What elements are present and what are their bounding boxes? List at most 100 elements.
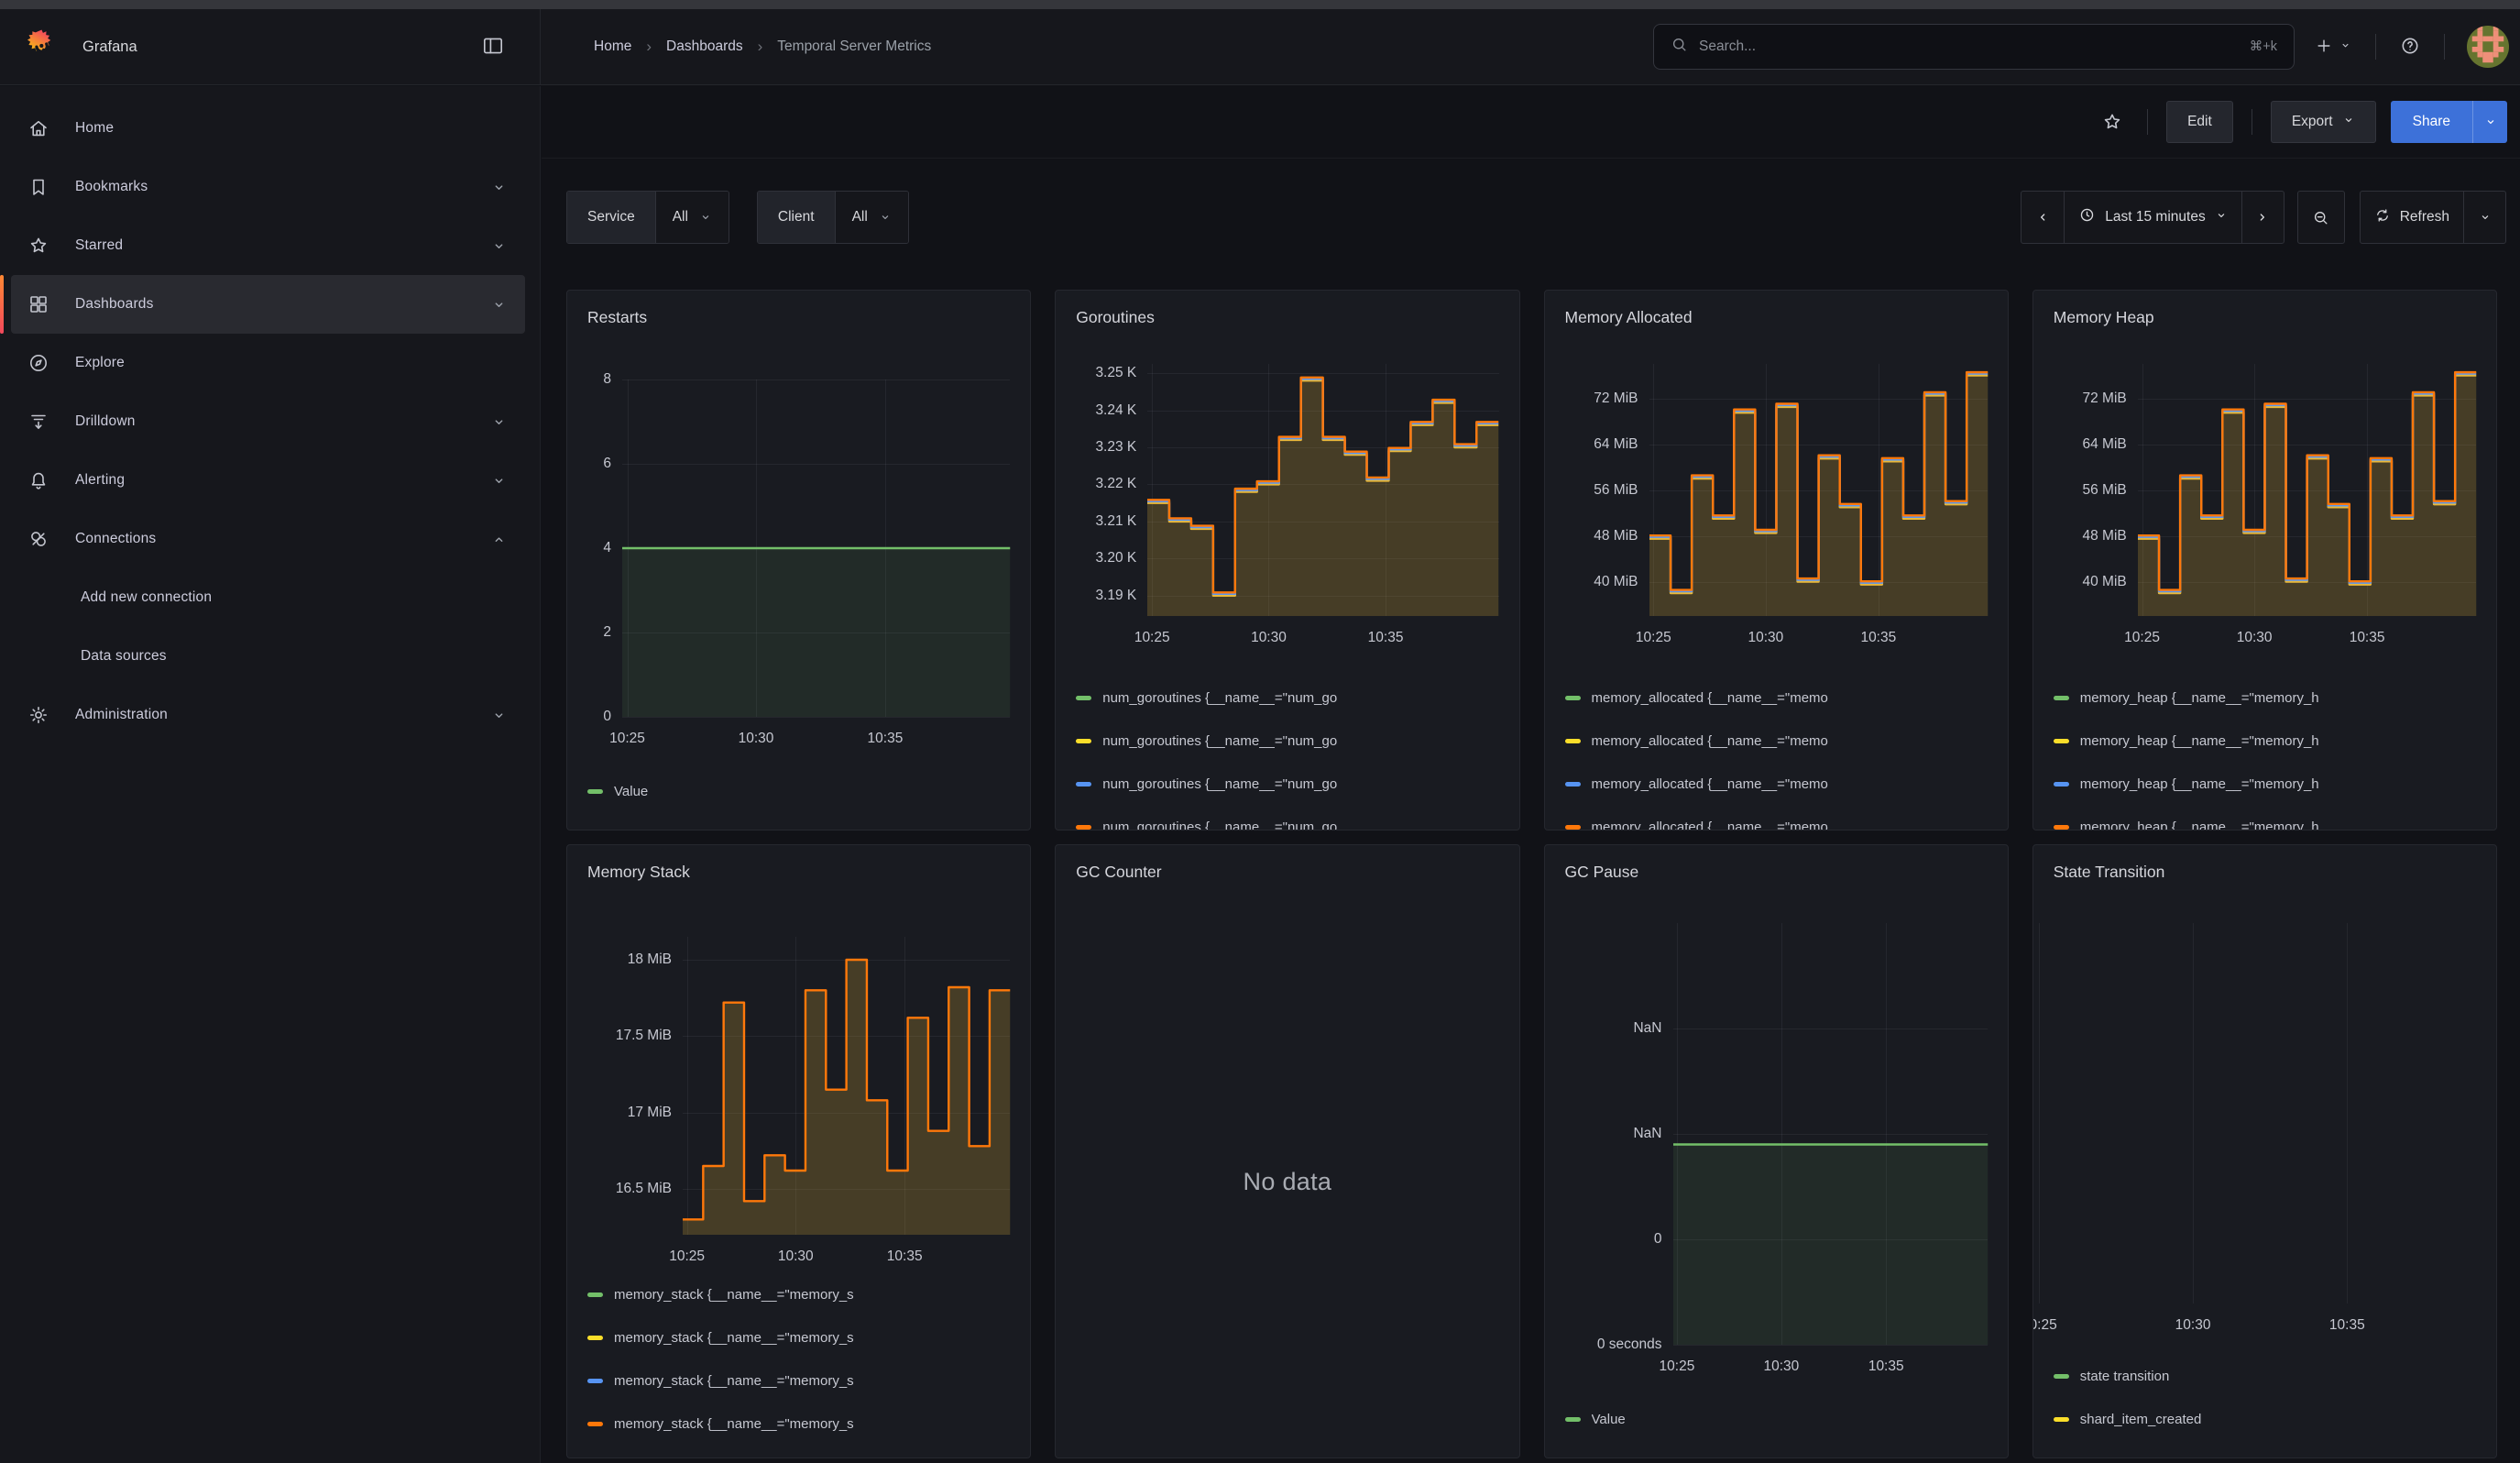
legend-item[interactable]: memory_heap {__name__="memory_h: [2054, 763, 2476, 806]
legend-label: memory_heap {__name__="memory_h: [2080, 776, 2319, 792]
help-button[interactable]: [2394, 30, 2426, 64]
legend-item[interactable]: memory_stack {__name__="memory_s: [587, 1316, 1010, 1359]
panel-memory-allocated: Memory Allocated 40 MiB48 MiB56 MiB64 MiB…: [1544, 290, 2009, 830]
sidebar-item-starred[interactable]: Starred: [11, 216, 525, 275]
legend-item[interactable]: memory_heap {__name__="memory_h: [2054, 720, 2476, 763]
variable-label: Client: [758, 192, 836, 243]
legend-item[interactable]: num_goroutines {__name__="num_go: [1076, 763, 1498, 806]
plot-area: [2033, 923, 2496, 1304]
chart-area[interactable]: 0 seconds0NaNNaN10:2510:3010:35: [1565, 923, 1988, 1378]
legend-label: memory_stack {__name__="memory_s: [614, 1287, 854, 1303]
share-button[interactable]: Share: [2391, 101, 2472, 143]
time-range-picker[interactable]: Last 15 minutes: [2064, 192, 2241, 243]
app-header: Grafana Home›Dashboards›Temporal Server …: [0, 9, 2520, 85]
legend-item[interactable]: Value: [1565, 1398, 1988, 1441]
breadcrumb-item-dashboards[interactable]: Dashboards: [666, 38, 743, 55]
legend-item[interactable]: memory_stack {__name__="memory_s: [587, 1402, 1010, 1446]
sidebar-item-alerting[interactable]: Alerting: [11, 451, 525, 510]
favorite-star-icon[interactable]: [2096, 105, 2129, 138]
sidebar-item-administration[interactable]: Administration: [11, 686, 525, 744]
legend-item[interactable]: memory_allocated {__name__="memo: [1565, 720, 1988, 763]
legend-swatch: [587, 1379, 603, 1383]
legend-item[interactable]: shard_item_created: [2054, 1398, 2476, 1441]
sidebar-item-dashboards[interactable]: Dashboards: [11, 275, 525, 334]
dashboard-content: Edit Export Share Service All Client All: [542, 86, 2520, 1463]
export-button[interactable]: Export: [2271, 101, 2376, 143]
plot-area: [1649, 364, 1988, 616]
sidebar-item-explore[interactable]: Explore: [11, 334, 525, 392]
variable-value-dropdown[interactable]: All: [836, 192, 908, 243]
legend-label: memory_allocated {__name__="memo: [1592, 820, 1828, 830]
refresh-button[interactable]: Refresh: [2361, 192, 2463, 243]
chart-area[interactable]: 16.5 MiB17 MiB17.5 MiB18 MiB10:2510:3010…: [587, 937, 1010, 1268]
help-icon: [2400, 36, 2420, 59]
legend-label: num_goroutines {__name__="num_go: [1102, 820, 1337, 830]
refresh-interval-dropdown[interactable]: [2463, 192, 2505, 243]
x-axis-tick: 10:35: [1368, 629, 1404, 647]
x-axis-tick: 10:25: [1636, 629, 1671, 647]
panel-title[interactable]: Memory Heap: [2054, 305, 2154, 329]
user-avatar[interactable]: [2467, 26, 2509, 68]
time-shift-back-button[interactable]: [2021, 192, 2064, 243]
sidebar-item-connections[interactable]: Connections: [11, 510, 525, 568]
sidebar-item-drilldown[interactable]: Drilldown: [11, 392, 525, 451]
legend-item[interactable]: num_goroutines {__name__="num_go: [1076, 676, 1498, 720]
legend-item[interactable]: memory_heap {__name__="memory_h: [2054, 676, 2476, 720]
x-axis-tick: 10:35: [887, 1248, 923, 1266]
panel-title[interactable]: GC Counter: [1076, 860, 1161, 884]
panel-title[interactable]: State Transition: [2054, 860, 2165, 884]
chart-area[interactable]: 40 MiB48 MiB56 MiB64 MiB72 MiB10:2510:30…: [1565, 364, 1988, 649]
sidebar-item-add-new-connection[interactable]: Add new connection: [11, 568, 525, 627]
x-axis-tick: 10:30: [1251, 629, 1287, 647]
sidebar-item-label: Drilldown: [75, 413, 136, 430]
legend-item[interactable]: memory_allocated {__name__="memo: [1565, 763, 1988, 806]
chart-area[interactable]: 40 MiB48 MiB56 MiB64 MiB72 MiB10:2510:30…: [2054, 364, 2476, 649]
x-axis-tick: 10:25: [2124, 629, 2160, 647]
no-data-message: No data: [1076, 1168, 1498, 1196]
legend-swatch: [1565, 1417, 1581, 1422]
legend-item[interactable]: memory_allocated {__name__="memo: [1565, 676, 1988, 720]
share-dropdown-button[interactable]: [2472, 101, 2507, 143]
panel-title[interactable]: Goroutines: [1076, 305, 1155, 329]
sidebar-item-bookmarks[interactable]: Bookmarks: [11, 158, 525, 216]
legend-item[interactable]: memory_heap {__name__="memory_h: [2054, 806, 2476, 830]
legend-item[interactable]: num_goroutines {__name__="num_go: [1076, 806, 1498, 830]
chart-area[interactable]: 0246810:2510:3010:35: [587, 380, 1010, 750]
panel-memory-stack: Memory Stack 16.5 MiB17 MiB17.5 MiB18 MiB…: [566, 844, 1031, 1458]
legend-item[interactable]: num_goroutines {__name__="num_go: [1076, 720, 1498, 763]
legend-item[interactable]: state transition: [2054, 1355, 2476, 1398]
time-shift-forward-button[interactable]: [2241, 192, 2284, 243]
chart-area[interactable]: 10:2510:3010:35: [2033, 923, 2496, 1336]
gridline-horizontal: [622, 717, 1010, 718]
divider: [2147, 109, 2148, 135]
x-axis-tick: 10:30: [1764, 1358, 1800, 1376]
edit-button[interactable]: Edit: [2166, 101, 2233, 143]
x-axis-tick: 10:25: [2032, 1316, 2057, 1335]
legend-item[interactable]: Value: [587, 770, 1010, 813]
add-new-button[interactable]: [2309, 31, 2357, 63]
search-input[interactable]: Search... ⌘+k: [1653, 24, 2295, 70]
gridline-vertical: [2347, 923, 2348, 1304]
legend-item[interactable]: memory_stack {__name__="memory_s: [587, 1359, 1010, 1402]
legend-item[interactable]: memory_stack {__name__="memory_s: [587, 1273, 1010, 1316]
breadcrumb-item-home[interactable]: Home: [594, 38, 631, 55]
panel-title[interactable]: Memory Allocated: [1565, 305, 1693, 329]
zoom-out-button[interactable]: [2297, 191, 2345, 244]
grafana-logo-icon: [24, 28, 59, 67]
sidebar-toggle-icon[interactable]: [477, 30, 509, 64]
sidebar-item-data-sources[interactable]: Data sources: [11, 627, 525, 686]
panel-title[interactable]: Memory Stack: [587, 860, 690, 884]
legend-label: state transition: [2080, 1369, 2170, 1384]
x-axis-tick: 10:30: [2237, 629, 2273, 647]
legend-item[interactable]: memory_allocated {__name__="memo: [1565, 806, 1988, 830]
breadcrumb-separator: ›: [646, 38, 652, 56]
panel-title[interactable]: GC Pause: [1565, 860, 1639, 884]
panel-title[interactable]: Restarts: [587, 305, 647, 329]
share-label: Share: [2413, 114, 2450, 130]
variable-value-dropdown[interactable]: All: [656, 192, 729, 243]
chart-area[interactable]: 3.19 K3.20 K3.21 K3.22 K3.23 K3.24 K3.25…: [1076, 364, 1498, 649]
legend: Value: [1565, 1398, 1988, 1441]
sidebar-item-home[interactable]: Home: [11, 99, 525, 158]
plot-area: [2138, 364, 2476, 616]
legend-label: Value: [1592, 1412, 1626, 1427]
